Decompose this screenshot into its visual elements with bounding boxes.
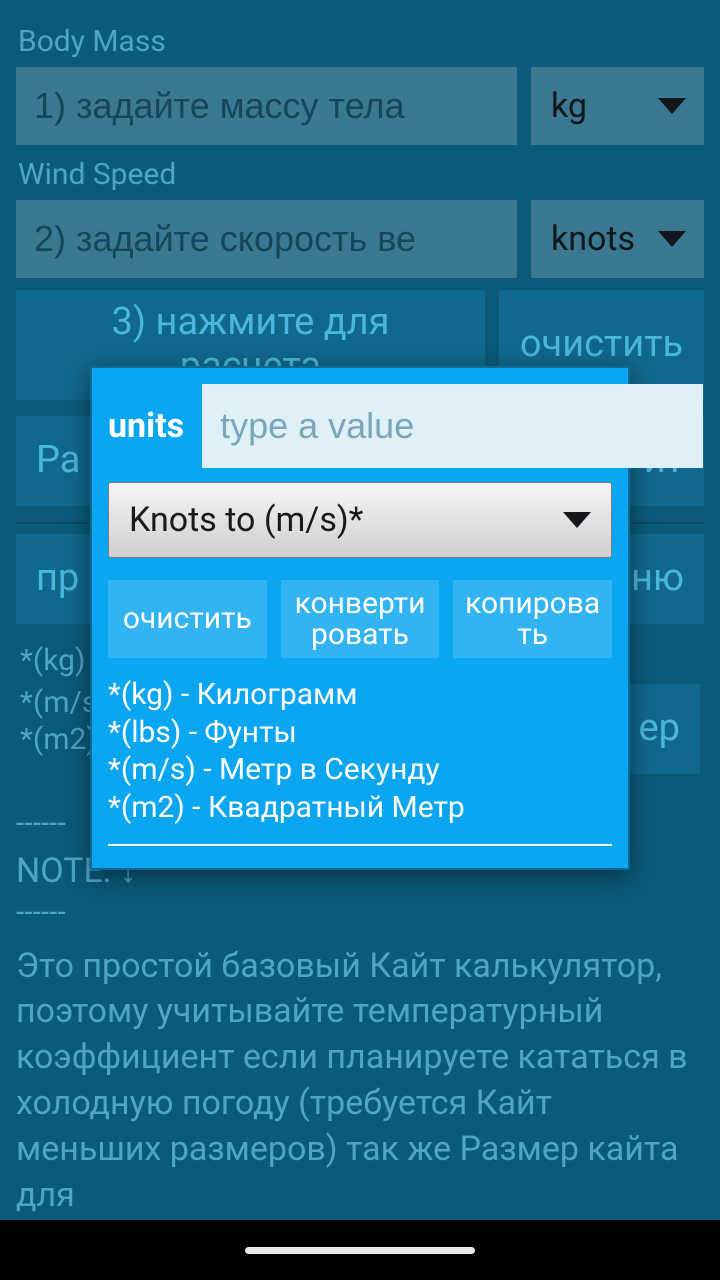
home-indicator[interactable] [245,1247,475,1254]
modal-legend-line: *(lbs) - Фунты [108,714,612,752]
modal-legend-line: *(m/s) - Метр в Секунду [108,751,612,789]
chevron-down-icon [563,512,591,528]
modal-legend-line: *(m2) - Квадратный Метр [108,789,612,827]
modal-clear-button[interactable]: очистить [108,580,267,658]
units-modal: units Knots to (m/s)* очистить конверти … [90,366,630,870]
modal-convert-button[interactable]: конверти ровать [281,580,440,658]
modal-backdrop[interactable]: units Knots to (m/s)* очистить конверти … [0,0,720,1280]
units-conversion-value: Knots to (m/s)* [129,500,363,540]
system-nav-bar [0,1220,720,1280]
modal-legend-underline [108,840,612,846]
units-value-input[interactable] [202,384,703,468]
units-conversion-select[interactable]: Knots to (m/s)* [108,482,612,558]
modal-legend-line: *(kg) - Килограмм [108,676,612,714]
modal-legend: *(kg) - Килограмм *(lbs) - Фунты *(m/s) … [108,676,612,852]
modal-copy-button[interactable]: копирова ть [453,580,612,658]
units-modal-label: units [108,406,184,446]
